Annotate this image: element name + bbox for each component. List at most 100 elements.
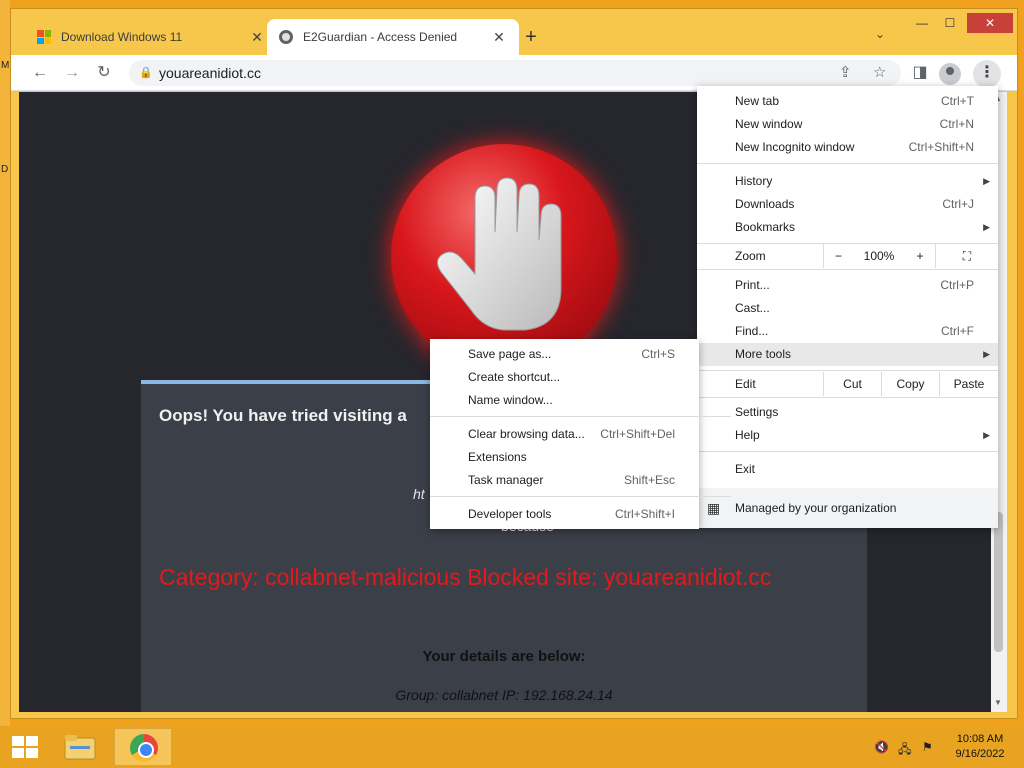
menu-item-name-window[interactable]: Name window... — [430, 389, 699, 412]
blocked-url-fragment: ht — [413, 486, 425, 502]
menu-shortcut: Ctrl+Shift+Del — [600, 427, 675, 441]
menu-divider — [430, 416, 731, 417]
menu-item-new-window[interactable]: New window Ctrl+N — [697, 113, 998, 136]
bookmark-star-icon[interactable]: ☆ — [873, 63, 886, 81]
tab-search-icon[interactable]: ⌄ — [875, 27, 885, 41]
desktop-edge: M D — [0, 0, 10, 726]
close-icon[interactable]: ✕ — [249, 29, 265, 46]
paste-button[interactable]: Paste — [939, 372, 998, 396]
menu-item-bookmarks[interactable]: Bookmarks ▶ — [697, 216, 998, 239]
tab-download-windows[interactable]: Download Windows 11 ✕ — [25, 19, 277, 55]
menu-label: Task manager — [468, 473, 544, 487]
menu-item-new-tab[interactable]: New tab Ctrl+T — [697, 90, 998, 113]
clock-date: 9/16/2022 — [955, 748, 1005, 760]
chrome-menu-button[interactable]: ⋮ — [973, 60, 1001, 88]
menu-item-developer-tools[interactable]: Developer tools Ctrl+Shift+I — [430, 503, 699, 526]
profile-avatar-icon[interactable] — [939, 63, 961, 85]
tab-e2guardian[interactable]: E2Guardian - Access Denied ✕ — [267, 19, 519, 55]
side-panel-icon[interactable]: ◨ — [907, 60, 933, 86]
menu-shortcut: Ctrl+Shift+I — [614, 507, 675, 521]
new-tab-button[interactable]: + — [517, 23, 545, 51]
menu-item-settings[interactable]: Settings — [697, 401, 998, 424]
menu-label: Name window... — [468, 393, 553, 407]
back-button[interactable]: ← — [27, 60, 53, 86]
menu-item-extensions[interactable]: Extensions — [430, 446, 699, 469]
managed-by-org[interactable]: ▦ Managed by your organization — [697, 488, 998, 528]
tab-title: Download Windows 11 — [61, 30, 183, 44]
menu-item-clear-browsing-data[interactable]: Clear browsing data... Ctrl+Shift+Del — [430, 423, 699, 446]
managed-label: Managed by your organization — [735, 501, 897, 515]
menu-label: New Incognito window — [735, 140, 855, 154]
menu-label: More tools — [735, 347, 792, 361]
globe-icon — [279, 30, 293, 44]
edit-row: Edit Cut Copy Paste — [697, 372, 998, 396]
share-icon[interactable]: ⇪ — [839, 63, 852, 81]
zoom-out-button[interactable]: − — [823, 244, 853, 268]
menu-label: New tab — [735, 94, 780, 108]
menu-item-downloads[interactable]: Downloads Ctrl+J — [697, 193, 998, 216]
zoom-label: Zoom — [735, 249, 766, 263]
menu-item-find[interactable]: Find... Ctrl+F — [697, 320, 998, 343]
menu-shortcut: Ctrl+F — [941, 324, 974, 338]
zoom-level: 100% — [863, 249, 895, 263]
file-explorer-icon[interactable] — [64, 734, 96, 760]
clock-time: 10:08 AM — [956, 733, 1004, 745]
menu-divider — [430, 496, 731, 497]
menu-divider — [697, 451, 998, 452]
menu-item-cast[interactable]: Cast... — [697, 297, 998, 320]
menu-item-create-shortcut[interactable]: Create shortcut... — [430, 366, 699, 389]
chrome-main-menu: New tab Ctrl+T New window Ctrl+N New Incog… — [697, 86, 998, 528]
taskbar-clock[interactable]: 10:08 AM 9/16/2022 — [944, 732, 1016, 762]
details-heading: Your details are below: — [422, 648, 586, 665]
lock-icon[interactable]: 🔒 — [139, 66, 153, 79]
scroll-down-icon[interactable]: ▼ — [994, 698, 1002, 707]
minimize-button[interactable]: — — [909, 13, 935, 33]
chevron-right-icon: ▶ — [983, 430, 990, 440]
menu-label: History — [735, 174, 773, 188]
menu-item-save-page[interactable]: Save page as... Ctrl+S — [430, 343, 699, 366]
chevron-right-icon: ▶ — [983, 349, 990, 359]
menu-label: Developer tools — [468, 507, 552, 521]
action-center-flag-icon[interactable]: ⚑ — [922, 740, 933, 754]
chevron-right-icon: ▶ — [983, 176, 990, 186]
volume-muted-icon[interactable]: 🔇 — [874, 740, 889, 754]
menu-label: Extensions — [468, 450, 527, 464]
menu-item-print[interactable]: Print... Ctrl+P — [697, 274, 998, 297]
zoom-in-button[interactable]: + — [905, 244, 935, 268]
category-line: Category: collabnet-malicious Blocked si… — [159, 564, 772, 590]
address-bar[interactable]: 🔒 youareanidiot.cc ⇪ ☆ — [129, 60, 901, 86]
chrome-icon — [130, 734, 158, 762]
menu-label: Save page as... — [468, 347, 552, 361]
menu-shortcut: Ctrl+N — [939, 117, 974, 131]
desktop-icon-label-m: M — [1, 60, 10, 71]
chevron-right-icon: ▶ — [983, 222, 990, 232]
menu-label: Bookmarks — [735, 220, 796, 234]
url-text[interactable]: youareanidiot.cc — [159, 65, 261, 81]
maximize-button[interactable]: ☐ — [937, 13, 963, 33]
menu-item-more-tools[interactable]: More tools ▶ — [697, 343, 998, 366]
cut-button[interactable]: Cut — [823, 372, 881, 396]
taskbar: 🔇 🖧 ⚑ 10:08 AM 9/16/2022 — [0, 726, 1024, 768]
fullscreen-icon[interactable]: ⛶ — [935, 244, 998, 268]
menu-shortcut: Ctrl+S — [641, 347, 675, 361]
menu-item-new-incognito[interactable]: New Incognito window Ctrl+Shift+N — [697, 136, 998, 159]
menu-item-task-manager[interactable]: Task manager Shift+Esc — [430, 469, 699, 492]
details-line: Group: collabnet IP: 192.168.24.14 — [395, 687, 613, 703]
close-window-button[interactable]: ✕ — [967, 13, 1013, 33]
close-icon[interactable]: ✕ — [491, 29, 507, 46]
menu-item-exit[interactable]: Exit — [697, 458, 998, 481]
menu-item-history[interactable]: History ▶ — [697, 170, 998, 193]
menu-shortcut: Ctrl+J — [942, 197, 974, 211]
desktop-icon-label-d: D — [1, 164, 9, 175]
chrome-taskbar-button[interactable] — [114, 728, 172, 766]
network-icon[interactable]: 🖧 — [898, 740, 911, 761]
copy-button[interactable]: Copy — [881, 372, 939, 396]
forward-button[interactable]: → — [59, 60, 85, 86]
menu-shortcut: Shift+Esc — [623, 473, 675, 487]
scroll-thumb[interactable] — [994, 512, 1003, 652]
windows-start-icon[interactable] — [12, 736, 38, 758]
zoom-row: Zoom − 100% + ⛶ — [697, 244, 998, 268]
reload-button[interactable]: ↻ — [91, 60, 117, 86]
tab-title: E2Guardian - Access Denied — [303, 30, 458, 44]
menu-item-help[interactable]: Help ▶ — [697, 424, 998, 447]
